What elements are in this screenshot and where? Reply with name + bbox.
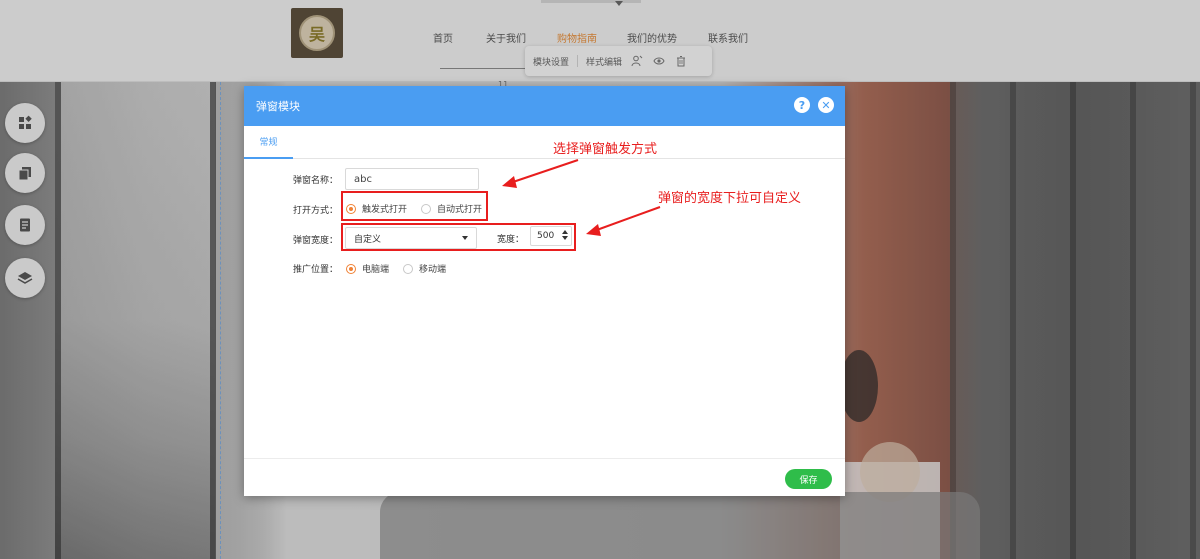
- annotation-box-width: [341, 223, 576, 251]
- radio-desktop[interactable]: 电脑端: [346, 262, 389, 275]
- dialog-header: 弹窗模块 ? ✕: [244, 86, 845, 126]
- open-mode-label: 打开方式：: [292, 206, 338, 216]
- help-icon[interactable]: ?: [794, 97, 810, 113]
- annotation-text-width: 弹窗的宽度下拉可自定义: [658, 191, 802, 206]
- tab-general[interactable]: 常规: [244, 126, 293, 159]
- save-button[interactable]: 保存: [785, 469, 832, 489]
- popup-width-label: 弹窗宽度：: [292, 236, 338, 246]
- promotion-position-label: 推广位置：: [292, 265, 338, 275]
- radio-mobile[interactable]: 移动端: [403, 262, 446, 275]
- dialog-title: 弹窗模块: [256, 100, 300, 113]
- radio-dot: [403, 263, 413, 274]
- popup-name-input[interactable]: abc: [345, 168, 479, 190]
- popup-module-dialog: 弹窗模块 ? ✕ 常规 弹窗名称： abc 打开方式： 触发式打开 自动式打开 …: [244, 86, 845, 496]
- radio-desktop-label: 电脑端: [362, 265, 390, 275]
- annotation-text-trigger: 选择弹窗触发方式: [553, 142, 658, 157]
- annotation-box-open-mode: [341, 191, 488, 221]
- close-icon[interactable]: ✕: [818, 97, 834, 113]
- radio-mobile-label: 移动端: [419, 265, 447, 275]
- popup-name-label: 弹窗名称：: [292, 176, 338, 186]
- radio-dot-checked: [346, 263, 356, 274]
- dialog-footer: 保存: [244, 458, 845, 496]
- dialog-tabs: 常规: [244, 126, 845, 159]
